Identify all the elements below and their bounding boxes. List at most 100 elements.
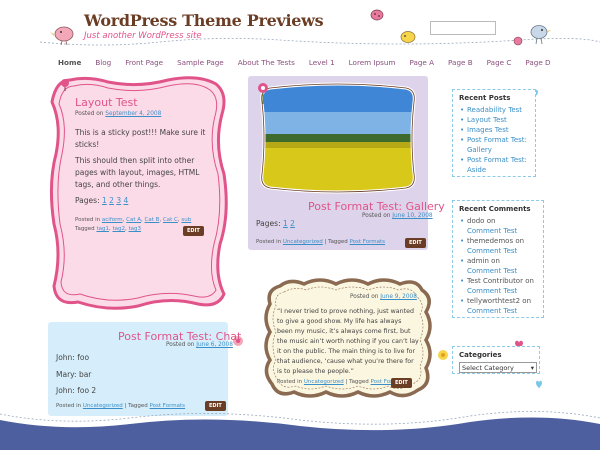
cats-prefix: Posted in <box>56 403 82 409</box>
comment-author: Test Contributor <box>467 277 523 285</box>
chat-line: John: foo 2 <box>56 386 97 395</box>
widget-title: Recent Comments <box>459 205 531 213</box>
category-link[interactable]: aciform <box>102 217 123 223</box>
recent-post-item[interactable]: Readability Test <box>459 105 529 115</box>
comment-author: admin <box>467 257 489 265</box>
meta-prefix: Posted on <box>75 111 104 117</box>
recent-comment-item: tellyworthtest2 on Comment Test <box>459 296 537 316</box>
post-date-link[interactable]: June 9, 2008 <box>380 294 417 300</box>
post-date-link[interactable]: June 10, 2008 <box>392 213 432 219</box>
recent-post-item[interactable]: Layout Test <box>459 115 529 125</box>
post-meta: Posted on September 4, 2008 <box>75 111 161 117</box>
post-meta: Posted on June 9, 2008 <box>350 294 417 300</box>
post-categories: Posted in aciform, Cat A, Cat B, Cat C, … <box>75 217 192 223</box>
quote-text: “I never tried to prove nothing, just wa… <box>277 308 419 375</box>
edit-button[interactable]: EDIT <box>405 238 426 248</box>
comment-on: on <box>515 237 525 245</box>
tag-link[interactable]: Post Formats <box>350 239 386 245</box>
post-date-link[interactable]: June 6, 2008 <box>196 342 233 348</box>
category-link[interactable]: Cat C <box>163 217 178 223</box>
category-link[interactable]: Uncategorized <box>304 379 344 385</box>
post-categories-tags: Posted in Uncategorized | Tagged Post Fo… <box>277 379 406 385</box>
nav-item-lorem-ipsum[interactable]: Lorem Ipsum <box>349 58 396 67</box>
category-link[interactable]: Cat A <box>126 217 141 223</box>
category-link[interactable]: sub <box>181 217 191 223</box>
comment-on: on <box>491 257 500 265</box>
pages-label: Pages: <box>256 219 281 228</box>
post-paragraph-1: This is a sticky post!!! Make sure it st… <box>75 128 206 149</box>
comment-post-link[interactable]: Comment Test <box>467 227 517 235</box>
tags-prefix: | Tagged <box>124 403 148 409</box>
nav-item-level-1[interactable]: Level 1 <box>309 58 335 67</box>
tag-link[interactable]: tag2 <box>112 226 125 232</box>
meta-prefix: Posted on <box>166 342 195 348</box>
recent-post-link[interactable]: Images Test <box>467 126 509 134</box>
post-date-link[interactable]: September 4, 2008 <box>105 111 161 117</box>
chat-line: John: foo <box>56 353 90 362</box>
comment-author: themedemos <box>467 237 514 245</box>
site-title[interactable]: WordPress Theme Previews <box>84 11 324 30</box>
comment-post-link[interactable]: Comment Test <box>467 267 517 275</box>
recent-posts-widget: Recent Posts Readability Test Layout Tes… <box>452 89 536 177</box>
page-link-3[interactable]: 3 <box>116 196 121 205</box>
pushpin-icon <box>61 79 69 91</box>
tag-link[interactable]: Post Formats <box>150 403 186 409</box>
search-input[interactable] <box>430 21 496 35</box>
cats-prefix: Posted in <box>256 239 282 245</box>
recent-post-item[interactable]: Post Format Test: Gallery <box>459 135 529 155</box>
edit-button[interactable]: EDIT <box>391 378 412 388</box>
nav-item-sample-page[interactable]: Sample Page <box>177 58 224 67</box>
post-title-layout-test[interactable]: Layout Test <box>75 96 138 109</box>
comment-post-link[interactable]: Comment Test <box>467 287 517 295</box>
site-description: Just another WordPress site <box>84 31 202 41</box>
post-meta: Posted on June 6, 2008 <box>166 342 233 348</box>
category-link[interactable]: Uncategorized <box>83 403 123 409</box>
nav-item-page-d[interactable]: Page D <box>525 58 550 67</box>
recent-post-link[interactable]: Layout Test <box>467 116 507 124</box>
recent-post-item[interactable]: Post Format Test: Aside <box>459 155 529 175</box>
page-link-1[interactable]: 1 <box>102 196 107 205</box>
page-link-2[interactable]: 2 <box>290 219 295 228</box>
post-tags: Tagged tag1, tag2, tag3 <box>75 226 142 232</box>
comment-author: dodo <box>467 217 485 225</box>
main-nav: Home Blog Front Page Sample Page About T… <box>58 58 565 67</box>
nav-item-page-c[interactable]: Page C <box>487 58 512 67</box>
nav-item-page-a[interactable]: Page A <box>409 58 434 67</box>
recent-post-link[interactable]: Post Format Test: Aside <box>467 156 527 174</box>
nav-item-home[interactable]: Home <box>58 58 81 67</box>
chat-line: Mary: bar <box>56 370 92 379</box>
page-link-4[interactable]: 4 <box>124 196 129 205</box>
tag-link[interactable]: tag3 <box>129 226 142 232</box>
tag-link[interactable]: tag1 <box>96 226 109 232</box>
footer-wave <box>0 411 600 450</box>
nav-item-about-the-tests[interactable]: About The Tests <box>238 58 295 67</box>
recent-comment-item: admin on Comment Test <box>459 256 537 276</box>
category-link[interactable]: Cat B <box>145 217 160 223</box>
post-paragraph-2: This should then split into other pages … <box>75 156 200 189</box>
nav-item-page-b[interactable]: Page B <box>448 58 473 67</box>
recent-post-link[interactable]: Readability Test <box>467 106 522 114</box>
post-pages: Pages: 1 2 3 4 <box>75 195 128 207</box>
page-link-2[interactable]: 2 <box>109 196 114 205</box>
category-select[interactable]: Select Category ▾ <box>459 362 537 373</box>
comment-post-link[interactable]: Comment Test <box>467 307 517 315</box>
flower-icon <box>438 350 448 360</box>
comment-author: tellyworthtest2 <box>467 297 521 305</box>
recent-comment-item: themedemos on Comment Test <box>459 236 537 256</box>
category-link[interactable]: Uncategorized <box>283 239 323 245</box>
recent-post-item[interactable]: Images Test <box>459 125 529 135</box>
cats-prefix: Posted in <box>277 379 303 385</box>
edit-button[interactable]: EDIT <box>183 226 204 236</box>
page-link-1[interactable]: 1 <box>283 219 288 228</box>
bird-icon <box>50 26 74 46</box>
recent-comment-item: Test Contributor on Comment Test <box>459 276 537 296</box>
select-value: Select Category <box>462 363 514 372</box>
nav-item-front-page[interactable]: Front Page <box>125 58 163 67</box>
ladybug-small-icon <box>513 36 523 46</box>
meta-prefix: Posted on <box>362 213 391 219</box>
gallery-image[interactable] <box>256 82 420 194</box>
comment-post-link[interactable]: Comment Test <box>467 247 517 255</box>
nav-item-blog[interactable]: Blog <box>95 58 111 67</box>
post-title-gallery[interactable]: Post Format Test: Gallery <box>308 200 445 213</box>
recent-post-link[interactable]: Post Format Test: Gallery <box>467 136 527 154</box>
